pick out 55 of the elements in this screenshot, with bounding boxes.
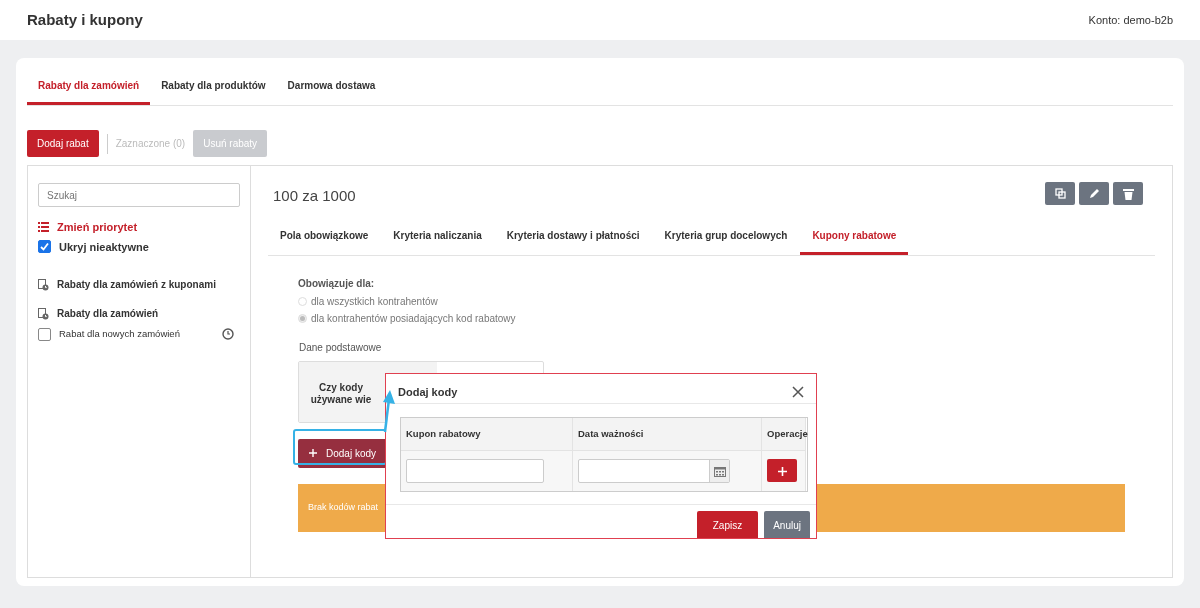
plus-icon: [309, 448, 317, 457]
column-header: Data ważności: [573, 418, 762, 452]
calendar-icon: [713, 465, 726, 477]
column-header: Operacje: [762, 418, 806, 452]
copy-icon: [1054, 188, 1066, 199]
document-clock-icon: [38, 307, 49, 320]
add-row-button[interactable]: [767, 459, 797, 483]
column-header: Kupon rabatowy: [401, 418, 573, 452]
tab[interactable]: Kryteria dostawy i płatności: [494, 221, 652, 255]
list-icon: [38, 222, 49, 233]
pencil-icon: [1088, 188, 1100, 199]
checkbox[interactable]: [38, 327, 51, 341]
checkbox[interactable]: [38, 240, 51, 254]
document-clock-icon: [38, 278, 49, 291]
record-title: 100 za 1000: [272, 186, 356, 206]
section-label: Dane podstawowe: [299, 340, 383, 355]
cancel-button[interactable]: Anuluj: [764, 511, 810, 538]
radio-label: dla kontrahentów posiadających kod rabatowy: [311, 311, 516, 326]
radio-label: dla wszystkich kontrahentów: [311, 294, 438, 309]
list-item[interactable]: Rabat dla nowych zamówień: [59, 327, 214, 342]
field-label: Obowiązuje dla:: [298, 276, 376, 291]
page-title: Rabaty i kupony: [27, 11, 143, 29]
close-icon[interactable]: [792, 386, 804, 398]
field-label: Czy kody: [318, 381, 364, 394]
date-field[interactable]: [578, 459, 730, 484]
search-field[interactable]: Szukaj: [38, 183, 240, 207]
account-label: Konto: demo-b2b: [1088, 12, 1173, 28]
dialog-title: Dodaj kody: [398, 385, 458, 400]
delete-button[interactable]: [1113, 182, 1143, 205]
tab[interactable]: Kryteria naliczania: [381, 221, 494, 255]
edit-button[interactable]: [1079, 182, 1109, 205]
tab[interactable]: Pola obowiązkowe: [268, 221, 381, 255]
change-priority-link[interactable]: Zmień priorytet: [57, 219, 138, 236]
plus-icon: [777, 467, 787, 477]
tab[interactable]: Darmowa dostawa: [276, 72, 387, 105]
save-button[interactable]: Zapisz: [696, 511, 759, 538]
group-title[interactable]: Rabaty dla zamówień: [57, 306, 159, 321]
tab[interactable]: Rabaty dla zamówień: [27, 72, 151, 105]
add-discount-button[interactable]: Dodaj rabat: [27, 130, 99, 157]
radio-button[interactable]: [298, 296, 307, 306]
tab[interactable]: Rabaty dla produktów: [150, 72, 277, 105]
trash-icon: [1122, 187, 1134, 200]
pointer-arrow: [381, 389, 397, 433]
notice-text: Brak kodów rabat: [308, 500, 379, 514]
tab[interactable]: Kupony rabatowe: [800, 221, 909, 255]
coupon-input[interactable]: [406, 459, 544, 484]
clock-icon: [222, 328, 234, 341]
tab[interactable]: Kryteria grup docelowych: [652, 221, 800, 255]
selected-count: Zaznaczone (0): [115, 137, 186, 151]
copy-button[interactable]: [1045, 182, 1075, 205]
field-label: używane wie: [309, 394, 373, 407]
radio-button[interactable]: [298, 313, 307, 323]
add-codes-button[interactable]: Dodaj kody: [298, 438, 388, 468]
group-title[interactable]: Rabaty dla zamówień z kuponami: [57, 277, 216, 292]
checkbox-label: Ukryj nieaktywne: [59, 239, 149, 255]
